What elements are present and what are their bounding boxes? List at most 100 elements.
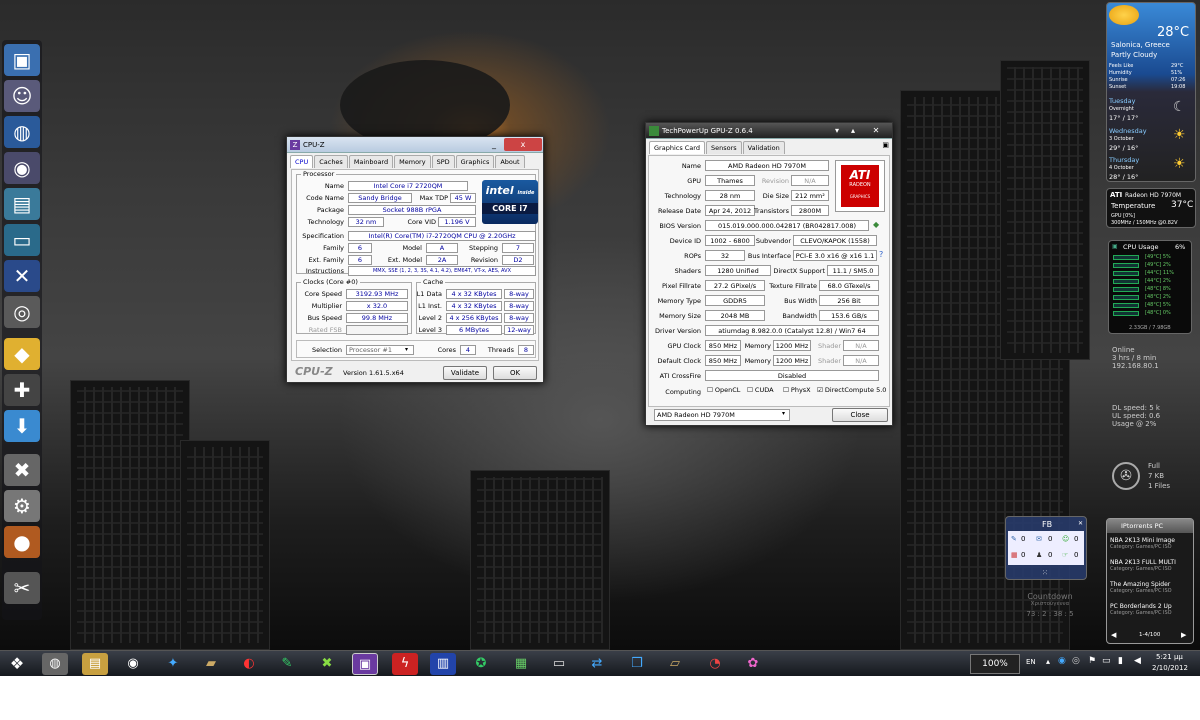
ccleaner-icon[interactable]: ◐ [236,653,262,675]
tab-sensors[interactable]: Sensors [705,141,742,154]
gpuz-titlebar[interactable]: TechPowerUp GPU-Z 0.6.4 ▾ ▴ ✕ [646,123,892,139]
camera-icon[interactable]: ▣ [882,141,889,154]
cpuz-taskbar-icon[interactable]: ▣ [352,653,378,675]
iptorrents-title: IPtorrents PC [1121,522,1164,530]
menu-down-button[interactable]: ▾ [830,124,844,137]
monitor-icon[interactable]: ▭ [4,224,40,256]
ok-button[interactable]: OK [493,366,537,380]
color-app-icon[interactable]: ✿ [740,653,766,675]
cpu-core-row: [48°C] 2% [1113,294,1187,301]
tray-app-icon[interactable]: ◎ [1072,656,1080,666]
minimize-button[interactable]: _ [485,138,503,151]
net-status: Online [1112,346,1135,354]
torrent-item[interactable]: NBA 2K13 FULL MULTI Category: Games/PC IS… [1110,559,1192,572]
messenger-icon[interactable]: ✦ [160,653,186,675]
flash-icon[interactable]: ϟ [392,653,418,675]
tab-cpu[interactable]: CPU [290,155,314,168]
zoom-level[interactable]: 100% [970,654,1020,674]
gamepad-icon[interactable]: ✚ [4,374,40,406]
name-label: Name [324,182,344,190]
language-indicator[interactable]: EN [1026,658,1036,666]
weather-gadget: 28°C Salonica, Greece Partly Cloudy Feel… [1106,2,1196,182]
shield-icon[interactable]: ◆ [4,338,40,370]
xbox-app-icon[interactable]: ✪ [468,653,494,675]
tab-graphics[interactable]: Graphics [455,155,495,168]
volume-icon[interactable]: ◀ [1134,656,1141,666]
clock-time[interactable]: 5:21 μμ [1156,653,1183,661]
next-page-icon[interactable]: ▶ [1181,631,1186,639]
tray-app-icon[interactable]: ◉ [1058,656,1066,666]
close-button[interactable]: ✕ [862,124,890,137]
opencl-checkbox[interactable]: ☐ OpenCL [707,386,740,394]
clock-date[interactable]: 2/10/2012 [1152,664,1188,672]
settings-icon[interactable]: ⚙ [4,490,40,522]
browser-icon[interactable]: ◔ [702,653,728,675]
camera-icon[interactable]: ◉ [4,152,40,184]
tray-arrow-icon[interactable]: ▴ [1046,657,1050,666]
webcam-icon[interactable]: ◎ [4,296,40,328]
media-icon[interactable]: ● [4,526,40,558]
bios-save-icon[interactable]: ◆ [873,220,879,229]
wrench-icon[interactable]: ✂ [4,572,40,604]
archive-icon[interactable]: ▰ [198,653,224,675]
chrome-icon[interactable]: ◍ [42,653,68,675]
close-button[interactable]: Close [832,408,888,422]
selection-dropdown[interactable]: Processor #1 [346,345,414,355]
tab-validation[interactable]: Validation [742,141,785,154]
folder-icon[interactable]: ▤ [82,653,108,675]
recycle-bin-gadget[interactable]: ✇ Full 7 KB 1 Files [1110,460,1194,494]
gpuz-taskbar-icon[interactable]: ▦ [508,653,534,675]
directcompute-checkbox[interactable]: ☑ DirectCompute 5.0 [817,386,886,394]
torrent-item[interactable]: The Amazing Spider Category: Games/PC ISO [1110,581,1192,594]
gpuz-window: TechPowerUp GPU-Z 0.6.4 ▾ ▴ ✕ Graphics C… [645,122,893,426]
chevron-down-icon[interactable]: ▾ [782,410,785,417]
physx-checkbox[interactable]: ☐ PhysX [783,386,811,394]
menu-up-button[interactable]: ▴ [846,124,860,137]
equalizer-icon[interactable]: ▥ [430,653,456,675]
paper-icon[interactable]: ▱ [662,653,688,675]
dropbox-icon[interactable]: ❒ [624,653,650,675]
chart-icon[interactable]: ▤ [4,188,40,220]
gpu-label: GPU [687,177,701,185]
globe-icon[interactable]: ◍ [4,116,40,148]
tools-icon[interactable]: ✕ [4,260,40,292]
transistors-value: 2800M [791,205,829,216]
download-icon[interactable]: ⬇ [4,410,40,442]
family-label: Family [323,244,344,252]
codename-label: Code Name [306,194,344,202]
xbox-icon[interactable]: ✖ [4,454,40,486]
tab-graphics-card[interactable]: Graphics Card [649,141,705,154]
torrent-item[interactable]: NBA 2K13 Mini Image Category: Games/PC IS… [1110,537,1192,550]
teamviewer-icon[interactable]: ⇄ [584,653,610,675]
businterface-label: Bus Interface [747,252,791,260]
xbox-icon[interactable]: ✖ [314,653,340,675]
weather-city: Salonica, Greece [1111,41,1170,49]
signal-icon[interactable]: ▮ [1118,656,1123,666]
cuda-checkbox[interactable]: ☐ CUDA [747,386,774,394]
close-button[interactable]: x [504,138,542,151]
flag-icon[interactable]: ⚑ [1088,656,1096,666]
computer-icon[interactable]: ▣ [4,44,40,76]
tab-spd[interactable]: SPD [431,155,455,168]
torrent-item[interactable]: PC Borderlands 2 Up Category: Games/PC IS… [1110,603,1192,616]
tab-mainboard[interactable]: Mainboard [348,155,394,168]
notes-icon[interactable]: ▭ [546,653,572,675]
tech-label: Technology [307,218,344,226]
utility-icon[interactable]: ✎ [274,653,300,675]
close-icon[interactable]: ✕ [1078,520,1083,527]
mediaplayer-icon[interactable]: ◉ [120,653,146,675]
chevron-down-icon[interactable]: ▾ [405,346,408,353]
cpuz-titlebar[interactable]: Z CPU-Z _ x [287,137,543,153]
tab-memory[interactable]: Memory [394,155,431,168]
validate-button[interactable]: Validate [443,366,487,380]
card-select-dropdown[interactable]: AMD Radeon HD 7970M [654,409,790,421]
forecast-sub: 3 October [1109,136,1134,142]
start-button[interactable]: ❖ [4,653,30,675]
users-icon[interactable]: ☺ [4,80,40,112]
tab-about[interactable]: About [495,155,525,168]
help-icon[interactable]: ? [879,250,883,259]
prev-page-icon[interactable]: ◀ [1111,631,1116,639]
monitor-icon[interactable]: ▭ [1102,656,1111,666]
expand-icon[interactable]: ⁙ [1042,569,1048,577]
tab-caches[interactable]: Caches [314,155,348,168]
